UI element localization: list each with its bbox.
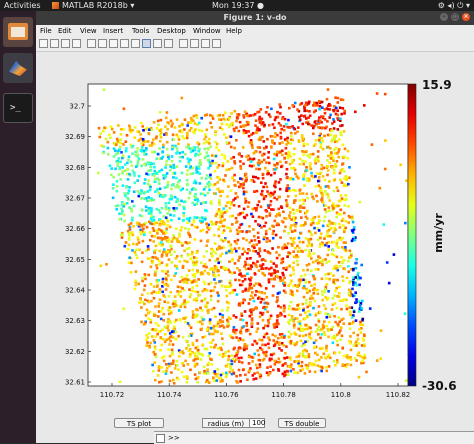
app-menu[interactable]: MATLAB R2018b ▾ xyxy=(52,0,134,11)
menu-help[interactable]: Help xyxy=(226,25,242,37)
colorbar-unit-label: mm/yr xyxy=(432,213,445,253)
command-help-icon[interactable] xyxy=(156,434,165,443)
brush-icon[interactable] xyxy=(153,39,162,48)
command-prompt: >> xyxy=(168,434,180,442)
close-button[interactable]: × xyxy=(462,13,470,21)
axes-box[interactable] xyxy=(87,83,409,387)
zoom-in-icon[interactable] xyxy=(98,39,107,48)
y-tick-label: 32.62 xyxy=(65,348,85,356)
title-bar[interactable]: Figure 1: v-do – □ × xyxy=(36,11,474,25)
maximize-button[interactable]: □ xyxy=(451,13,459,21)
show-plot-tools-icon[interactable] xyxy=(212,39,221,48)
matlab-app-icon[interactable] xyxy=(3,53,33,83)
menu-bar: File Edit View Insert Tools Desktop Wind… xyxy=(36,25,474,37)
ts-plot-button[interactable]: TS plot xyxy=(114,418,164,428)
x-tick-label: 110.8 xyxy=(331,391,351,399)
y-tick-label: 32.61 xyxy=(65,379,85,387)
y-tick-label: 32.67 xyxy=(65,195,85,203)
files-app-icon[interactable] xyxy=(3,17,33,47)
app-menu-label: MATLAB R2018b ▾ xyxy=(62,1,135,10)
menu-window[interactable]: Window xyxy=(193,25,221,37)
dock: >_ xyxy=(0,11,36,443)
save-icon[interactable] xyxy=(61,39,70,48)
ubuntu-top-bar: Activities MATLAB R2018b ▾ Mon 19:37 ● ⚙… xyxy=(0,0,474,11)
menu-desktop[interactable]: Desktop xyxy=(157,25,186,37)
link-icon[interactable] xyxy=(164,39,173,48)
legend-icon[interactable] xyxy=(190,39,199,48)
figure-toolbar xyxy=(36,37,474,52)
x-tick-label: 110.76 xyxy=(214,391,239,399)
y-tick-label: 32.7 xyxy=(69,103,85,111)
minimize-button[interactable]: – xyxy=(440,13,448,21)
y-tick-label: 32.65 xyxy=(65,256,85,264)
colorbar-icon[interactable] xyxy=(179,39,188,48)
select-arrow-icon[interactable] xyxy=(87,39,96,48)
radius-label: radius (m) xyxy=(202,418,250,428)
figure-content: 110.72 110.74 110.76 110.78 110.8 110.82 32.7 3… xyxy=(36,52,474,443)
y-tick-label: 32.69 xyxy=(65,133,85,141)
x-tick-label: 110.72 xyxy=(100,391,125,399)
zoom-out-icon[interactable] xyxy=(109,39,118,48)
plot-area[interactable]: 110.72 110.74 110.76 110.78 110.8 110.82 32.7 3… xyxy=(36,52,474,443)
new-figure-icon[interactable] xyxy=(39,39,48,48)
menu-insert[interactable]: Insert xyxy=(103,25,123,37)
y-tick-label: 32.68 xyxy=(65,164,85,172)
y-tick-label: 32.66 xyxy=(65,225,86,233)
matlab-icon xyxy=(52,2,59,9)
x-tick-label: 110.74 xyxy=(157,391,182,399)
menu-file[interactable]: File xyxy=(40,25,52,37)
open-icon[interactable] xyxy=(50,39,59,48)
radius-input[interactable]: 100 xyxy=(249,418,265,428)
rotate-icon[interactable] xyxy=(131,39,140,48)
system-tray[interactable]: ⚙ ◂) ⏻ ▾ xyxy=(438,0,470,11)
y-tick-label: 32.63 xyxy=(65,317,85,325)
menu-edit[interactable]: Edit xyxy=(58,25,72,37)
print-icon[interactable] xyxy=(72,39,81,48)
pan-icon[interactable] xyxy=(120,39,129,48)
activities-button[interactable]: Activities xyxy=(4,0,41,11)
hide-plot-tools-icon[interactable] xyxy=(201,39,210,48)
ts-double-difference-button[interactable]: TS double d... xyxy=(278,418,326,438)
colorbar-max-label: 15.9 xyxy=(422,78,452,92)
clock[interactable]: Mon 19:37 ● xyxy=(212,0,264,11)
terminal-app-icon[interactable]: >_ xyxy=(3,93,33,123)
figure-window: Figure 1: v-do – □ × File Edit View Insert… xyxy=(36,11,474,444)
y-tick-label: 32.64 xyxy=(65,287,86,295)
colorbar[interactable] xyxy=(407,83,417,387)
window-title: Figure 1: v-do xyxy=(223,13,287,22)
x-tick-label: 110.82 xyxy=(386,391,411,399)
menu-tools[interactable]: Tools xyxy=(132,25,149,37)
x-tick-label: 110.78 xyxy=(271,391,296,399)
menu-view[interactable]: View xyxy=(80,25,97,37)
data-cursor-icon[interactable] xyxy=(142,39,151,48)
command-window-strip[interactable]: >> xyxy=(154,431,474,444)
colorbar-min-label: -30.6 xyxy=(422,379,457,393)
